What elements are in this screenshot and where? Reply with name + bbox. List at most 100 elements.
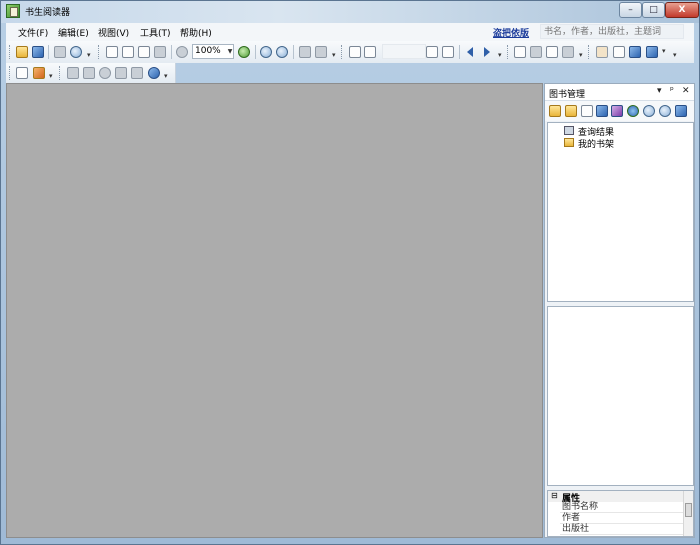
property-row[interactable]: 作者 — [560, 513, 684, 524]
menu-view[interactable]: 视图(V) — [98, 26, 129, 39]
toolbar-grip[interactable] — [9, 45, 12, 59]
app-window: 书生阅读器 – □ X 文件(F) 编辑(E) 视图(V) 工具(T) 帮助(H… — [0, 0, 700, 545]
property-row[interactable]: 出版社 — [560, 524, 684, 535]
book-mode-icon[interactable] — [546, 46, 558, 58]
properties-section-header[interactable]: ⊟ 属性 — [548, 491, 684, 504]
facing-page-icon[interactable] — [138, 46, 150, 58]
hand-tool-icon[interactable] — [596, 46, 608, 58]
panel-title: 图书管理 — [549, 90, 586, 100]
fit-width-icon[interactable] — [299, 46, 311, 58]
window-title: 书生阅读器 — [25, 8, 71, 18]
zoom-out-icon[interactable] — [176, 46, 188, 58]
zoom-in-icon[interactable] — [238, 46, 250, 58]
page-number-input[interactable] — [382, 44, 426, 59]
list-mode-icon[interactable] — [530, 46, 542, 58]
export-icon[interactable] — [611, 105, 623, 117]
toolbar-grip[interactable] — [507, 45, 510, 59]
search-input[interactable] — [540, 24, 684, 39]
toolbar-grip[interactable] — [9, 66, 12, 80]
grid-mode-icon[interactable] — [562, 46, 574, 58]
panel-close-icon[interactable]: ✕ — [682, 86, 690, 96]
menu-file[interactable]: 文件(F) — [18, 26, 48, 39]
add-book-icon[interactable] — [581, 105, 593, 117]
document-view[interactable] — [6, 83, 543, 538]
find-icon[interactable] — [70, 46, 82, 58]
text-mode-icon[interactable] — [514, 46, 526, 58]
refresh-icon[interactable] — [659, 105, 671, 117]
toolbar-grip[interactable] — [341, 45, 344, 59]
search-results-icon — [564, 126, 574, 135]
new-folder-icon[interactable] — [549, 105, 561, 117]
help-icon[interactable] — [627, 105, 639, 117]
close-button[interactable]: X — [665, 2, 699, 18]
maximize-button[interactable]: □ — [642, 2, 665, 18]
first-page-icon[interactable] — [349, 46, 361, 58]
rights-link[interactable]: 盗把依版 — [493, 26, 529, 39]
eraser-icon[interactable] — [148, 67, 160, 79]
title-bar[interactable]: 书生阅读器 – □ X — [1, 1, 699, 23]
menu-edit[interactable]: 编辑(E) — [58, 26, 89, 39]
book-detail-pane — [547, 306, 694, 486]
next-page-icon[interactable] — [426, 46, 438, 58]
toolbar-grip[interactable] — [59, 66, 62, 80]
note-icon[interactable] — [16, 67, 28, 79]
book-tree: 查询结果 我的书架 — [547, 122, 694, 302]
toolbar-overflow-icon[interactable]: ▾ — [49, 72, 53, 80]
minimize-button[interactable]: – — [619, 2, 642, 18]
last-page-icon[interactable] — [442, 46, 454, 58]
annotation-toolbar: ▾ ▾ — [6, 63, 176, 83]
single-page-icon[interactable] — [106, 46, 118, 58]
chevron-down-icon[interactable]: ▾ — [662, 47, 666, 55]
ellipse-icon[interactable] — [99, 67, 111, 79]
toolbar-separator — [293, 45, 294, 59]
toolbar-overflow-icon[interactable]: ▾ — [579, 51, 583, 59]
panel-menu-icon[interactable]: ▾ — [657, 86, 662, 96]
pen-icon[interactable] — [67, 67, 79, 79]
chevron-down-icon[interactable]: ▼ — [226, 44, 234, 59]
scrollbar-thumb[interactable] — [685, 503, 692, 517]
tree-item-my-bookshelf[interactable]: 我的书架 — [578, 137, 614, 150]
continuous-page-icon[interactable] — [122, 46, 134, 58]
fit-page-icon[interactable] — [154, 46, 166, 58]
toolbar-grip[interactable] — [588, 45, 591, 59]
collapse-icon[interactable]: ⊟ — [551, 491, 558, 500]
property-row[interactable]: 图书名称 — [560, 502, 684, 513]
import-icon[interactable] — [596, 105, 608, 117]
rotate-icon[interactable] — [315, 46, 327, 58]
toolbar-overflow-icon[interactable]: ▾ — [673, 51, 677, 59]
magnify-plus-icon[interactable] — [260, 46, 272, 58]
toolbar-separator — [459, 45, 460, 59]
properties-scrollbar[interactable] — [683, 491, 693, 536]
arrow-line-icon[interactable] — [131, 67, 143, 79]
line-icon[interactable] — [115, 67, 127, 79]
toolbar-overflow-icon[interactable]: ▾ — [87, 51, 91, 59]
magnify-minus-icon[interactable] — [276, 46, 288, 58]
toolbar-overflow-icon[interactable]: ▾ — [164, 72, 168, 80]
properties-grid: ⊟ 属性 图书名称 作者 出版社 — [547, 490, 694, 537]
menu-tools[interactable]: 工具(T) — [140, 26, 171, 39]
back-icon[interactable] — [467, 47, 473, 57]
search-icon[interactable] — [643, 105, 655, 117]
folder-icon — [564, 138, 574, 147]
book-management-panel: 图书管理 ▾ ᵖ ✕ 查询结果 我的书架 ⊟ 属性 图书名称 作者 出版社 — [544, 83, 695, 538]
pin-icon[interactable]: ᵖ — [670, 86, 674, 96]
toolbar-overflow-icon[interactable]: ▾ — [498, 51, 502, 59]
display-settings-icon[interactable] — [646, 46, 658, 58]
print-icon[interactable] — [54, 46, 66, 58]
toolbar-grip[interactable] — [98, 45, 101, 59]
text-box-icon[interactable] — [83, 67, 95, 79]
toolbar-separator — [48, 45, 49, 59]
sync-icon[interactable] — [675, 105, 687, 117]
snapshot-icon[interactable] — [629, 46, 641, 58]
select-arrow-icon[interactable] — [613, 46, 625, 58]
stamp-icon[interactable] — [33, 67, 45, 79]
panel-header: 图书管理 ▾ ᵖ ✕ — [545, 84, 694, 101]
toolbar-separator — [171, 45, 172, 59]
toolbar-overflow-icon[interactable]: ▾ — [332, 51, 336, 59]
menu-help[interactable]: 帮助(H) — [180, 26, 212, 39]
open-icon[interactable] — [16, 46, 28, 58]
save-icon[interactable] — [32, 46, 44, 58]
previous-page-icon[interactable] — [364, 46, 376, 58]
forward-icon[interactable] — [484, 47, 490, 57]
open-folder-icon[interactable] — [565, 105, 577, 117]
